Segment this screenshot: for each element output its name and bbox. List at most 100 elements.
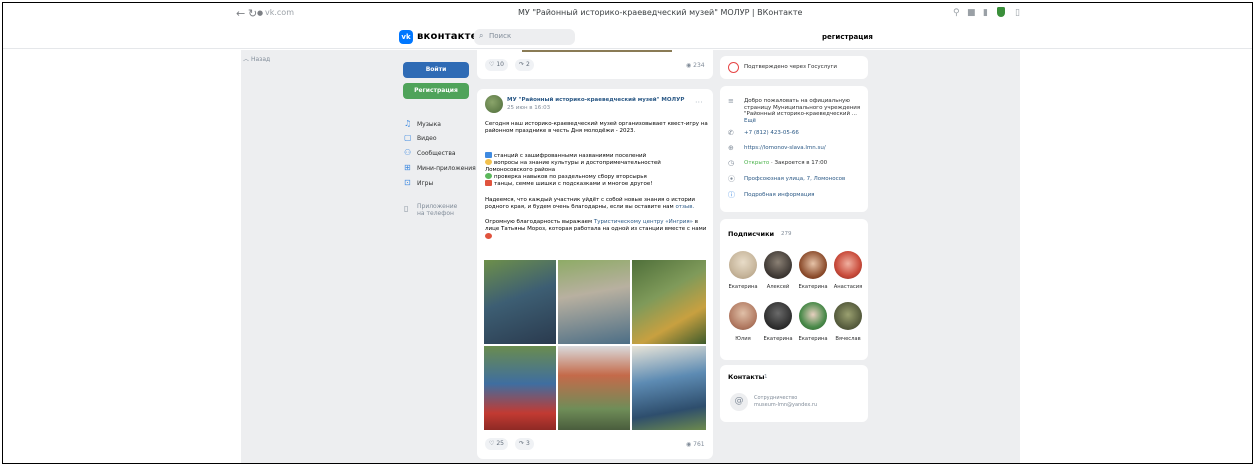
more-icon[interactable]: ··· <box>695 98 703 107</box>
eye-icon: ◉ <box>686 441 692 448</box>
post-photo[interactable] <box>632 346 706 430</box>
vk-logo-text[interactable]: вконтакте <box>417 31 478 42</box>
subscriber-name[interactable]: Юлия <box>726 336 760 342</box>
post-photo[interactable] <box>558 346 630 430</box>
phone-icon: ▯ <box>404 204 409 213</box>
subscriber-avatar[interactable] <box>834 302 862 330</box>
subscriber-avatar[interactable] <box>834 251 862 279</box>
previous-post: ♡ 10 ↷ 2 ◉ 234 <box>477 50 713 79</box>
site-info-icon[interactable]: ● <box>257 9 263 17</box>
post-photo[interactable] <box>632 260 706 344</box>
phone-icon: ✆ <box>728 129 734 137</box>
subscriber-name[interactable]: Екатерина <box>796 336 830 342</box>
extensions-icon[interactable]: ■ <box>967 8 976 18</box>
number-emoji-icon <box>485 152 492 158</box>
login-button[interactable]: Войти <box>403 62 469 78</box>
games-icon: ⊡ <box>404 178 411 187</box>
contact-email[interactable]: museum-lmn@yandex.ru <box>754 402 817 408</box>
subscriber-name[interactable]: Екатерина <box>726 284 760 290</box>
screenshot-frame: ← ↻ ● vk.com МУ "Районный историко-краев… <box>2 2 1253 464</box>
post-intro: Сегодня наш историко-краеведческий музей… <box>485 121 708 134</box>
like-button[interactable]: ♡ 10 <box>485 59 508 71</box>
subscriber-avatar[interactable] <box>799 251 827 279</box>
communities-icon: ⚇ <box>404 148 412 157</box>
post-author[interactable]: МУ "Районный историко-краеведческий музе… <box>507 97 684 103</box>
subscribers-card: Подписчики 279 Екатерина Алексей Екатери… <box>720 219 868 360</box>
post-photo[interactable] <box>558 260 630 344</box>
subscriber-avatar[interactable] <box>729 251 757 279</box>
search-icon: ⌕ <box>479 31 484 40</box>
contacts-title[interactable]: Контакты <box>728 373 764 381</box>
post-outro: Надеемся, что каждый участник уйдёт с со… <box>485 197 696 210</box>
info-icon: ⓘ <box>728 191 735 199</box>
subscriber-avatar[interactable] <box>764 302 792 330</box>
location-icon: ⦿ <box>728 175 735 183</box>
previous-post-image <box>522 50 672 52</box>
share-button[interactable]: ↷ 2 <box>515 59 534 71</box>
community-avatar[interactable] <box>485 95 503 113</box>
subscriber-avatar[interactable] <box>799 302 827 330</box>
subscriber-avatar[interactable] <box>764 251 792 279</box>
back-arrow-icon[interactable]: ← <box>236 7 245 20</box>
ingria-link[interactable]: Туристическому центру «Ингрия» <box>594 219 693 225</box>
post-thanks: Огромную благодарность выражаем Туристич… <box>485 219 709 241</box>
subscriber-name[interactable]: Алексей <box>761 284 795 290</box>
post-photo[interactable] <box>484 346 556 430</box>
at-sign-icon[interactable]: @ <box>730 393 748 411</box>
heart-icon: ♡ <box>489 440 495 447</box>
post-photo[interactable] <box>484 260 556 344</box>
search-input[interactable]: ⌕ Поиск <box>474 29 575 45</box>
contacts-card: Контакты 1 @ Сотрудничество museum-lmn@y… <box>720 365 868 422</box>
shield-icon[interactable] <box>997 7 1005 17</box>
subscribers-title[interactable]: Подписчики <box>728 230 774 238</box>
post-item: танцы, семме шишки с подсказками и много… <box>485 180 709 188</box>
search-placeholder: Поиск <box>489 32 512 40</box>
music-icon: ♫ <box>404 119 412 128</box>
bookmark-icon[interactable]: ▮ <box>983 8 988 18</box>
contact-role: Сотрудничество <box>754 395 798 401</box>
reload-icon[interactable]: ↻ <box>248 7 257 20</box>
subscriber-name[interactable]: Екатерина <box>796 284 830 290</box>
post-date[interactable]: 25 июн в 16:03 <box>507 105 550 111</box>
menu-item-communities[interactable]: ⚇ Сообщества <box>404 148 456 160</box>
community-info: ≡ Добро пожаловать на официальную страни… <box>720 86 868 212</box>
heart-emoji-icon <box>485 233 492 239</box>
menu-item-video[interactable]: ▢ Видео <box>404 133 437 145</box>
menu-item-games[interactable]: ⊡ Игры <box>404 178 433 190</box>
register-button[interactable]: Регистрация <box>403 83 469 99</box>
post: МУ "Районный историко-краеведческий музе… <box>477 89 713 459</box>
menu-icon[interactable]: ▯ <box>1015 8 1020 18</box>
browser-toolbar: ← ↻ ● vk.com МУ "Районный историко-краев… <box>3 3 1252 25</box>
views-count: ◉ 234 <box>686 62 705 69</box>
subscriber-name[interactable]: Анастасия <box>831 284 865 290</box>
recycle-emoji-icon <box>485 173 492 179</box>
share-button[interactable]: ↷ 3 <box>515 438 534 450</box>
show-more-link[interactable]: Ещё <box>744 118 756 124</box>
subscriber-avatar[interactable] <box>729 302 757 330</box>
share-icon: ↷ <box>519 440 525 447</box>
back-link[interactable]: ︿ Назад <box>243 54 270 63</box>
menu-item-music[interactable]: ♫ Музыка <box>404 119 441 131</box>
vk-header: vk вконтакте ⌕ Поиск регистрация <box>3 25 1252 49</box>
address-bar[interactable]: vk.com <box>265 8 294 17</box>
like-button[interactable]: ♡ 25 <box>485 438 508 450</box>
register-link[interactable]: регистрация <box>822 33 873 41</box>
clock-icon: ◷ <box>728 159 735 167</box>
post-photo-grid <box>484 260 706 430</box>
vk-logo-icon[interactable]: vk <box>399 30 413 44</box>
menu-item-mini-apps[interactable]: ⊞ Мини-приложения <box>404 163 476 175</box>
subscriber-name[interactable]: Вячеслав <box>831 336 865 342</box>
text-icon: ≡ <box>728 97 734 105</box>
gosuslugi-badge[interactable]: Подтверждено через Госуслуги <box>720 56 868 79</box>
subscriber-name[interactable]: Екатерина <box>761 336 795 342</box>
contacts-count: 1 <box>764 374 768 380</box>
subscribers-count: 279 <box>781 231 792 237</box>
globe-icon: ⊕ <box>728 144 734 152</box>
post-item: вопросы на знание культуры и достопримеч… <box>485 159 661 173</box>
views-count: ◉ 761 <box>686 441 705 448</box>
face-emoji-icon <box>485 159 492 165</box>
translate-icon[interactable]: ⚲ <box>953 8 960 18</box>
mini-apps-icon: ⊞ <box>404 163 411 172</box>
chevron-up-icon: ︿ <box>243 56 250 63</box>
feedback-link[interactable]: отзыв. <box>675 204 694 210</box>
